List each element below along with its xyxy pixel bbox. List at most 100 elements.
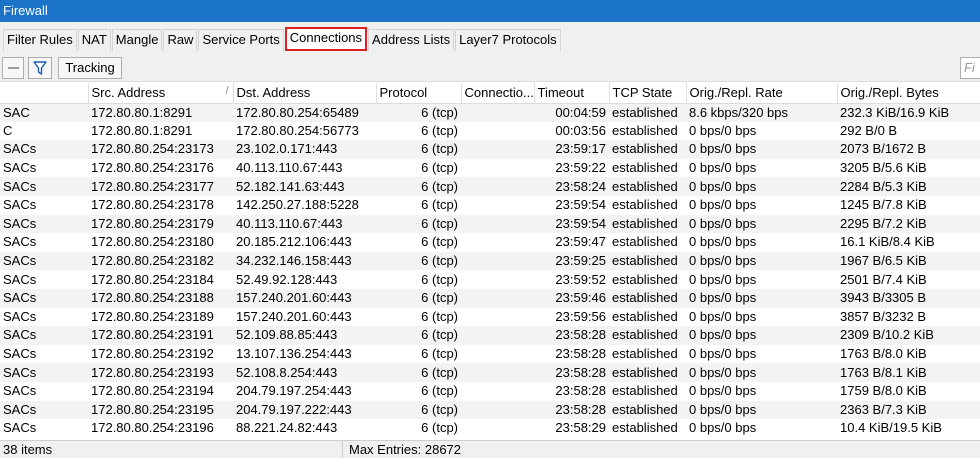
cell-tcp-state: established	[612, 234, 678, 250]
cell-tcp-state: established	[609, 140, 686, 159]
cell-src-address: 172.80.80.1:8291	[91, 122, 193, 138]
cell-tcp-state: established	[612, 122, 678, 138]
cell-connection	[461, 251, 534, 271]
cell-dst-address: 204.79.197.254:443	[236, 383, 352, 399]
table-row[interactable]: SACs 172.80.80.254:23191 52.109.88.85:443 6…	[0, 326, 980, 345]
cell-rate: 0 bps/0 bps	[689, 420, 757, 436]
col-src-address[interactable]: Src. Address /	[88, 83, 234, 104]
table-row[interactable]: SACs 172.80.80.254:23196 88.221.24.82:443 6…	[0, 419, 980, 438]
cell-connection	[461, 419, 534, 438]
table-row[interactable]: SACs 172.80.80.254:23180 20.185.212.106:44…	[0, 233, 980, 252]
tab-mangle[interactable]: Mangle	[111, 29, 163, 51]
cell-src-address: 172.80.80.254:23188	[88, 288, 233, 308]
cell-flags: SACs	[0, 140, 88, 159]
cell-protocol: 6 (tcp)	[421, 308, 458, 324]
cell-tcp-state: established	[612, 197, 678, 213]
tracking-button[interactable]: Tracking	[58, 57, 122, 79]
table-row[interactable]: C 172.80.80.1:8291 172.80.80.254:56773 6 (t…	[0, 122, 980, 141]
cell-bytes: 2295 B/7.2 KiB	[837, 214, 980, 234]
tab-nat[interactable]: NAT	[77, 29, 111, 51]
col-flags[interactable]	[0, 83, 89, 104]
cell-dst-address: 52.108.8.254:443	[233, 363, 376, 382]
cell-dst-address: 23.102.0.171:443	[233, 140, 376, 159]
cell-protocol: 6 (tcp)	[376, 326, 461, 345]
tab-filter-rules[interactable]: Filter Rules	[3, 29, 77, 51]
cell-tcp-state: established	[609, 177, 686, 196]
connections-grid: Src. Address / Dst. Address Protocol Con…	[0, 83, 980, 438]
cell-flags: SACs	[3, 197, 37, 213]
cell-src-address: 172.80.80.254:23182	[88, 251, 233, 271]
cell-src-address: 172.80.80.254:23192	[91, 346, 214, 362]
cell-flags: SACs	[0, 326, 88, 345]
cell-protocol: 6 (tcp)	[421, 197, 458, 213]
cell-rate: 0 bps/0 bps	[686, 251, 837, 271]
cell-flags: SACs	[3, 420, 37, 436]
cell-src-address: 172.80.80.254:23180	[91, 234, 214, 250]
col-bytes[interactable]: Orig./Repl. Bytes	[837, 83, 980, 104]
window-title: Firewall	[3, 3, 48, 18]
tab-connections[interactable]: Connections	[284, 27, 368, 51]
table-row[interactable]: SAC 172.80.80.1:8291 172.80.80.254:65489 6 …	[0, 103, 980, 122]
table-row[interactable]: SACs 172.80.80.254:23178 142.250.27.188:52…	[0, 196, 980, 215]
cell-flags: SAC	[0, 103, 88, 122]
cell-connection	[461, 103, 534, 122]
table-row[interactable]: SACs 172.80.80.254:23188 157.240.201.60:44…	[0, 288, 980, 308]
cell-bytes: 3857 B/3232 B	[840, 308, 927, 324]
cell-flags: SACs	[0, 288, 88, 308]
cell-flags: SACs	[3, 346, 37, 362]
table-row[interactable]: SACs 172.80.80.254:23193 52.108.8.254:443 6…	[0, 363, 980, 382]
tab-raw[interactable]: Raw	[163, 29, 198, 51]
cell-dst-address: 204.79.197.222:443	[233, 400, 376, 420]
cell-src-address: 172.80.80.254:23196	[91, 420, 214, 436]
cell-bytes: 1763 B/8.0 KiB	[840, 346, 927, 362]
table-row[interactable]: SACs 172.80.80.254:23177 52.182.141.63:443…	[0, 177, 980, 196]
cell-rate: 0 bps/0 bps	[689, 122, 757, 138]
cell-protocol: 6 (tcp)	[421, 420, 458, 436]
cell-timeout: 23:59:47	[555, 234, 606, 250]
cell-timeout: 23:58:28	[555, 346, 606, 362]
cell-connection	[461, 159, 534, 178]
table-row[interactable]: SACs 172.80.80.254:23194 204.79.197.254:44…	[0, 382, 980, 401]
cell-timeout: 23:59:17	[534, 140, 609, 159]
col-protocol[interactable]: Protocol	[376, 83, 462, 104]
col-rate[interactable]: Orig./Repl. Rate	[686, 83, 838, 104]
tab-address-lists[interactable]: Address Lists	[368, 29, 455, 51]
col-dst-address[interactable]: Dst. Address	[233, 83, 377, 104]
col-connection[interactable]: Connectio...	[461, 83, 535, 104]
cell-timeout: 23:58:28	[534, 400, 609, 420]
remove-button[interactable]	[2, 57, 24, 79]
table-row[interactable]: SACs 172.80.80.254:23173 23.102.0.171:443 6…	[0, 140, 980, 159]
cell-protocol: 6 (tcp)	[376, 177, 461, 196]
cell-bytes: 2073 B/1672 B	[837, 140, 980, 159]
cell-protocol: 6 (tcp)	[421, 234, 458, 250]
cell-protocol: 6 (tcp)	[376, 140, 461, 159]
col-tcp-state[interactable]: TCP State	[609, 83, 687, 104]
table-row[interactable]: SACs 172.80.80.254:23182 34.232.146.158:44…	[0, 251, 980, 271]
cell-timeout: 23:58:28	[555, 383, 606, 399]
cell-bytes: 1759 B/8.0 KiB	[840, 383, 927, 399]
cell-flags: SACs	[0, 214, 88, 234]
tab-service-ports[interactable]: Service Ports	[198, 29, 284, 51]
cell-rate: 0 bps/0 bps	[686, 214, 837, 234]
cell-timeout: 23:58:24	[534, 177, 609, 196]
table-row[interactable]: SACs 172.80.80.254:23176 40.113.110.67:443…	[0, 159, 980, 178]
filter-icon	[33, 61, 47, 75]
table-row[interactable]: SACs 172.80.80.254:23179 40.113.110.67:443…	[0, 214, 980, 234]
col-timeout[interactable]: Timeout	[534, 83, 610, 104]
cell-timeout: 23:59:22	[555, 160, 606, 176]
max-entries: Max Entries: 28672	[349, 442, 462, 457]
find-input[interactable]: Fi	[960, 57, 980, 79]
cell-connection	[461, 382, 534, 401]
table-row[interactable]: SACs 172.80.80.254:23184 52.49.92.128:443 6…	[0, 270, 980, 289]
table-row[interactable]: SACs 172.80.80.254:23189 157.240.201.60:44…	[0, 308, 980, 327]
tab-layer7-protocols[interactable]: Layer7 Protocols	[455, 29, 561, 51]
cell-flags: SACs	[3, 271, 37, 287]
cell-dst-address: 172.80.80.254:56773	[236, 122, 359, 138]
table-row[interactable]: SACs 172.80.80.254:23195 204.79.197.222:44…	[0, 400, 980, 420]
filter-button[interactable]	[28, 57, 52, 79]
table-row[interactable]: SACs 172.80.80.254:23192 13.107.136.254:44…	[0, 345, 980, 364]
cell-timeout: 23:58:28	[534, 326, 609, 345]
cell-rate: 0 bps/0 bps	[689, 346, 757, 362]
cell-bytes: 10.4 KiB/19.5 KiB	[840, 420, 942, 436]
cell-protocol: 6 (tcp)	[376, 251, 461, 271]
